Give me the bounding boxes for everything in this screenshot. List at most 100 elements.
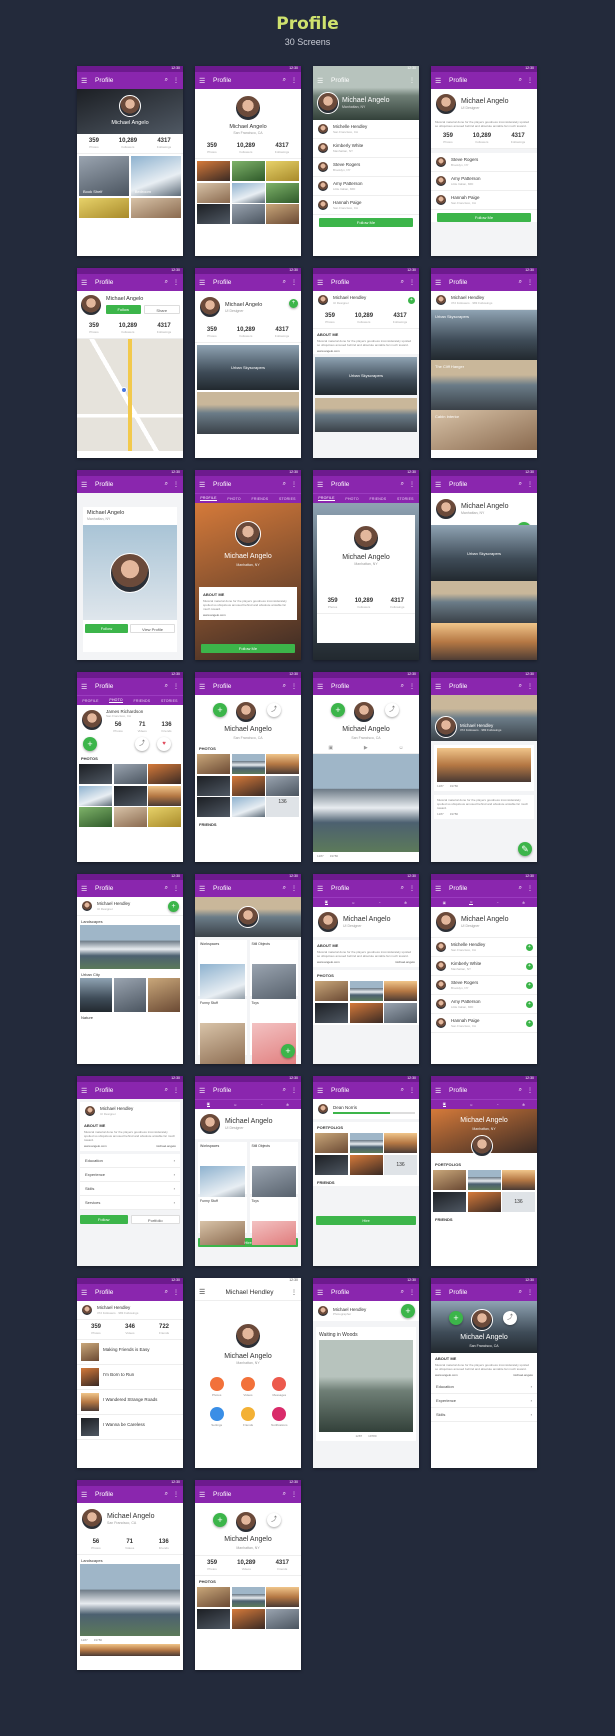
search-icon[interactable]: ⌕ [401, 885, 404, 892]
friends-action[interactable]: Friends [232, 1407, 263, 1427]
post-card[interactable]: 1287 19780 [434, 745, 534, 791]
search-icon[interactable]: ⌕ [401, 279, 404, 286]
search-icon[interactable]: ⌕ [283, 77, 286, 84]
videos-action[interactable]: Videos [232, 1377, 263, 1397]
more-icon[interactable]: ⋮ [173, 481, 179, 488]
story-item[interactable]: I'm Born to Run [77, 1365, 183, 1390]
notifications-action[interactable]: Notifications [264, 1407, 295, 1427]
follow-me-button[interactable]: Follow Me [437, 213, 531, 222]
avatar[interactable] [317, 1305, 329, 1317]
more-icon[interactable]: ⋮ [173, 77, 179, 84]
menu-icon[interactable]: ☰ [81, 1491, 91, 1499]
follow-button[interactable]: Follow [85, 624, 128, 633]
more-icon[interactable]: ⋮ [527, 885, 533, 892]
tab-photo[interactable]: PHOTO [227, 497, 240, 501]
share-icon[interactable]: ⤴ [385, 703, 399, 717]
menu-icon[interactable]: ☰ [435, 683, 445, 691]
add-button[interactable]: + [281, 1044, 295, 1058]
album-card[interactable] [197, 392, 299, 434]
search-icon[interactable]: ⌕ [165, 481, 168, 488]
more-icon[interactable]: ⋮ [409, 77, 415, 84]
search-icon[interactable]: ⌕ [283, 481, 286, 488]
photo-icon[interactable]: ▣ [324, 900, 329, 905]
settings-action[interactable]: Settings [201, 1407, 232, 1427]
more-icon[interactable]: ⋮ [173, 683, 179, 690]
album-card[interactable] [80, 925, 180, 969]
video-icon[interactable]: ▶ [364, 745, 368, 751]
search-icon[interactable]: ⌕ [519, 77, 522, 84]
tab-photo[interactable]: PHOTO [109, 698, 123, 703]
more-icon[interactable]: ⋮ [527, 481, 533, 488]
menu-icon[interactable]: ☰ [435, 279, 445, 287]
menu-icon[interactable]: ☰ [317, 1087, 327, 1095]
album-card[interactable] [80, 1564, 180, 1636]
search-icon[interactable]: ⌕ [165, 1289, 168, 1296]
album-card[interactable] [431, 581, 537, 623]
tab-stories[interactable]: STORIES [161, 699, 178, 703]
tab-stories[interactable]: STORIES [397, 497, 414, 501]
share-icon[interactable]: ⤴ [267, 703, 281, 717]
album-card[interactable]: Toys [249, 1197, 298, 1245]
add-button[interactable]: + [526, 981, 533, 989]
gear-icon[interactable]: ✻ [404, 901, 407, 905]
search-icon[interactable]: ⌕ [283, 1491, 286, 1498]
user-icon[interactable]: ☺ [351, 901, 355, 905]
album-tile[interactable]: Book Shelf [79, 156, 130, 196]
avatar[interactable] [81, 709, 103, 731]
search-icon[interactable]: ⌕ [283, 1087, 286, 1094]
search-icon[interactable]: ⌕ [519, 683, 522, 690]
tab-friends[interactable]: FRIENDS [252, 497, 269, 501]
search-icon[interactable]: ⌕ [519, 1087, 522, 1094]
skills-item[interactable]: Skills › [80, 1182, 180, 1196]
menu-icon[interactable]: ☰ [199, 481, 209, 489]
tab-profile[interactable]: PROFILE [318, 496, 335, 501]
more-icon[interactable]: ⋮ [527, 683, 533, 690]
album-card[interactable]: Workspaces [198, 940, 247, 1008]
user-icon[interactable]: ☺ [233, 1103, 237, 1107]
list-item[interactable]: Amy Patterson Little Italian, MID [313, 177, 419, 196]
avatar[interactable] [317, 911, 339, 933]
album-card[interactable]: Funny Stuff [198, 1197, 247, 1245]
menu-icon[interactable]: ☰ [435, 1087, 445, 1095]
album-card[interactable] [315, 398, 417, 432]
search-icon[interactable]: ⌕ [401, 1087, 404, 1094]
tab-profile[interactable]: PROFILE [200, 496, 217, 501]
messages-action[interactable]: Messages [264, 1377, 295, 1397]
menu-icon[interactable]: ☰ [81, 77, 91, 85]
more-icon[interactable]: ⋮ [173, 1491, 179, 1498]
more-photos-tile[interactable]: 136 [384, 1154, 417, 1175]
add-button[interactable]: + [213, 1513, 227, 1527]
menu-icon[interactable]: ☰ [317, 77, 327, 85]
avatar[interactable] [81, 1508, 103, 1530]
more-icon[interactable]: ⋮ [527, 1289, 533, 1296]
story-item[interactable]: I Wandered Strange Roads [77, 1390, 183, 1415]
avatar[interactable] [435, 911, 457, 933]
menu-icon[interactable]: ☰ [317, 1289, 327, 1297]
search-icon[interactable]: ⌕ [165, 1491, 168, 1498]
more-icon[interactable]: ⋮ [527, 279, 533, 286]
list-item[interactable]: Steve Rogers Brooklyn, NY [313, 158, 419, 177]
bell-icon[interactable]: ◔ [497, 1103, 499, 1107]
more-icon[interactable]: ⋮ [291, 279, 297, 286]
avatar[interactable] [199, 296, 221, 318]
add-button[interactable]: + [401, 1304, 415, 1318]
follow-me-button[interactable]: Follow Me [201, 644, 295, 653]
search-icon[interactable]: ⌕ [283, 885, 286, 892]
more-icon[interactable]: ⋮ [173, 279, 179, 286]
avatar[interactable] [317, 525, 415, 551]
more-icon[interactable]: ⋮ [173, 1289, 179, 1296]
album-card[interactable]: Still Objects [249, 1142, 298, 1206]
avatar[interactable] [435, 498, 457, 520]
more-icon[interactable]: ⋮ [527, 77, 533, 84]
search-icon[interactable]: ⌕ [401, 1289, 404, 1296]
search-icon[interactable]: ⌕ [401, 683, 404, 690]
add-button[interactable]: + [83, 737, 97, 751]
search-icon[interactable]: ⌕ [519, 279, 522, 286]
website-link[interactable]: www.angelo.com [313, 348, 419, 354]
experience-item[interactable]: Experience › [431, 1394, 537, 1408]
add-button[interactable]: + [526, 1019, 533, 1027]
follow-button[interactable]: Follow [106, 305, 141, 314]
menu-icon[interactable]: ☰ [435, 1289, 445, 1297]
add-button[interactable]: + [289, 299, 298, 308]
share-icon[interactable]: ⤴ [267, 1513, 281, 1527]
